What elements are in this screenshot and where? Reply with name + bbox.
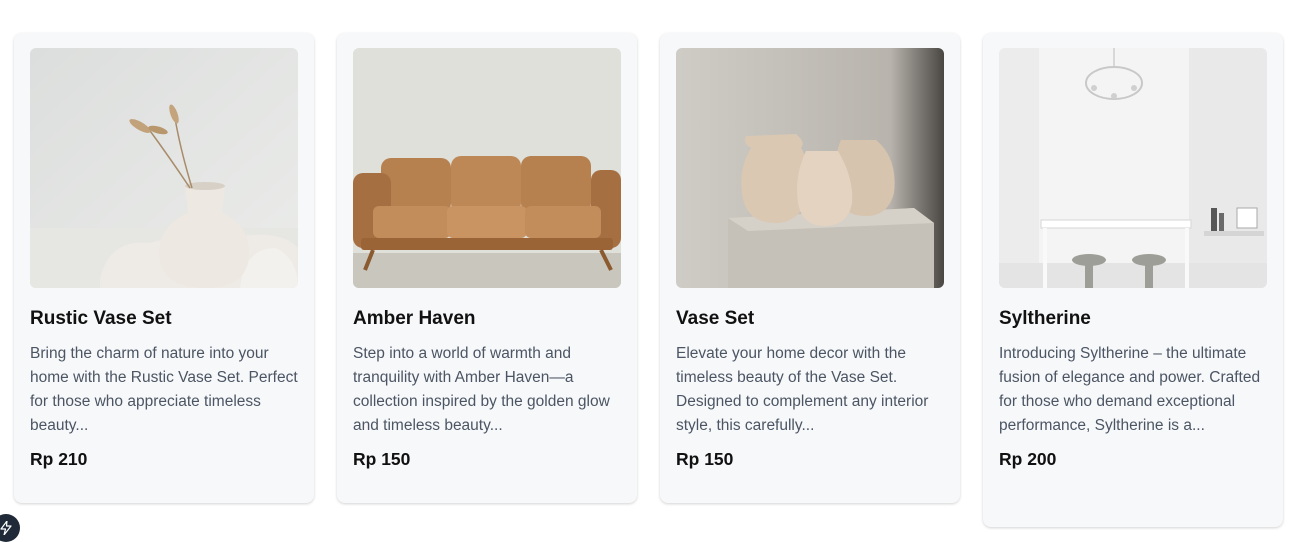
dining-room-photo — [999, 48, 1267, 288]
product-image[interactable] — [353, 48, 621, 288]
product-title[interactable]: Vase Set — [676, 308, 944, 330]
product-title[interactable]: Syltherine — [999, 308, 1267, 330]
sofa-photo — [353, 48, 621, 288]
product-grid: Rustic Vase Set Bring the charm of natur… — [14, 33, 1283, 527]
product-price: Rp 200 — [999, 449, 1057, 469]
product-description: Bring the charm of nature into your home… — [30, 345, 298, 434]
product-card[interactable]: Syltherine Introducing Syltherine – the … — [983, 33, 1283, 527]
pottery-photo — [676, 48, 944, 288]
vase-photo — [30, 48, 298, 288]
product-price: Rp 150 — [353, 449, 411, 469]
product-description: Step into a world of warmth and tranquil… — [353, 345, 610, 434]
product-title[interactable]: Rustic Vase Set — [30, 308, 298, 330]
product-card[interactable]: Rustic Vase Set Bring the charm of natur… — [14, 33, 314, 503]
product-price: Rp 210 — [30, 449, 88, 469]
product-description: Elevate your home decor with the timeles… — [676, 345, 929, 434]
product-title[interactable]: Amber Haven — [353, 308, 621, 330]
product-card[interactable]: Vase Set Elevate your home decor with th… — [660, 33, 960, 503]
product-image[interactable] — [676, 48, 944, 288]
product-image[interactable] — [999, 48, 1267, 288]
product-description: Introducing Syltherine – the ultimate fu… — [999, 345, 1261, 434]
product-image[interactable] — [30, 48, 298, 288]
product-price: Rp 150 — [676, 449, 734, 469]
product-card[interactable]: Amber Haven Step into a world of warmth … — [337, 33, 637, 503]
